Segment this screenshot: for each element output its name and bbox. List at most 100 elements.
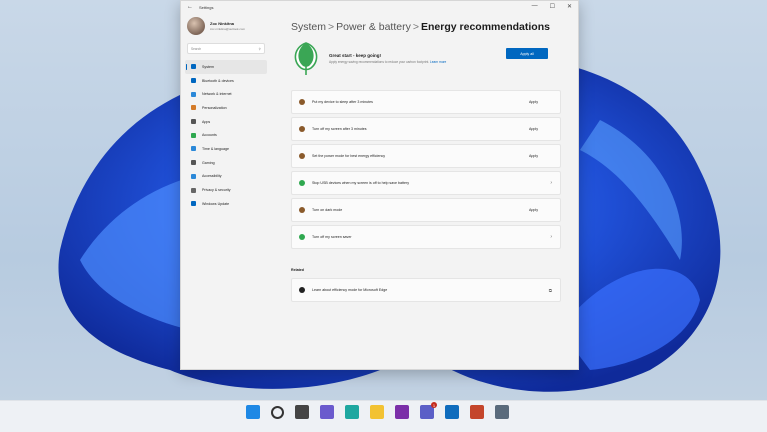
sidebar-item-label: Apps	[202, 119, 211, 124]
apply-button[interactable]: Apply	[529, 208, 538, 212]
apply-button[interactable]: Apply	[529, 100, 538, 104]
bluetooth-icon	[191, 78, 196, 84]
summary-subtitle-text: Apply energy saving recommendations to r…	[329, 60, 430, 65]
window-title: Settings	[199, 4, 214, 10]
recommendation-item[interactable]: Turn off my screen saver ›	[291, 225, 561, 249]
status-dot-icon	[299, 234, 305, 240]
sidebar-item-label: Privacy & security	[202, 188, 231, 193]
chevron-right-icon[interactable]: ›	[550, 180, 552, 186]
breadcrumb-separator: >	[412, 21, 419, 33]
sidebar-item-label: Accessibility	[202, 174, 222, 179]
breadcrumb: System > Power & battery > Energy recommenda…	[291, 21, 566, 33]
sidebar-item-network-internet[interactable]: Network & internet	[185, 87, 267, 101]
shield-icon	[191, 187, 196, 193]
sidebar-item-label: Windows Update	[202, 201, 230, 206]
sidebar-item-privacy-security[interactable]: Privacy & security	[185, 183, 267, 197]
chevron-right-icon[interactable]: ›	[550, 234, 552, 240]
settings-window: ← Settings — ☐ ✕ Zoc Ninkitna zoc.ninkit…	[180, 0, 579, 370]
sidebar-item-label: Personalization	[202, 105, 227, 110]
status-dot-icon	[299, 153, 305, 159]
notification-badge: 1	[431, 402, 437, 408]
status-dot-icon	[299, 207, 305, 213]
related-edge-label: Learn about efficiency mode for Microsof…	[312, 288, 388, 292]
sidebar-item-label: System	[202, 64, 214, 69]
sidebar-item-system[interactable]: System	[185, 60, 267, 74]
account-icon	[191, 132, 196, 138]
recommendation-item[interactable]: Set the power mode for best energy effic…	[291, 144, 561, 168]
sidebar-item-windows-update[interactable]: Windows Update	[185, 197, 267, 211]
apply-button[interactable]: Apply	[529, 154, 538, 158]
search-input[interactable]: Search ⚲	[187, 43, 265, 54]
profile-card[interactable]: Zoc Ninkitna zoc.ninkitna@outlook.com	[181, 13, 271, 39]
onenote-icon[interactable]	[395, 405, 409, 419]
sidebar-item-label: Gaming	[202, 160, 215, 165]
settings-icon[interactable]	[495, 405, 509, 419]
sidebar-item-label: Accounts	[202, 133, 217, 138]
wifi-icon	[191, 91, 196, 97]
widgets-icon[interactable]	[320, 405, 334, 419]
sidebar-item-label: Network & internet	[202, 92, 232, 97]
avatar	[187, 17, 205, 35]
related-edge-item[interactable]: Learn about efficiency mode for Microsof…	[291, 278, 561, 302]
window-controls: — ☐ ✕	[532, 3, 572, 10]
summary-title: Great start - keep going!	[329, 53, 382, 59]
recommendation-label: Set the power mode for best energy effic…	[312, 154, 386, 158]
powerpoint-icon[interactable]	[470, 405, 484, 419]
minimize-button[interactable]: —	[532, 3, 538, 10]
leaf-icon	[294, 42, 318, 75]
recommendation-item[interactable]: Turn off my screen after 3 minutes Apply	[291, 117, 561, 141]
apps-icon	[191, 119, 196, 125]
sidebar-item-accessibility[interactable]: Accessibility	[185, 170, 267, 184]
main-content: System > Power & battery > Energy recommenda…	[291, 13, 566, 369]
sidebar-item-gaming[interactable]: Gaming	[185, 156, 267, 170]
monitor-icon	[191, 64, 196, 70]
sidebar-nav: System Bluetooth & devices Network & inter…	[181, 60, 271, 211]
search-icon[interactable]	[271, 405, 284, 419]
sidebar-item-bluetooth-devices[interactable]: Bluetooth & devices	[185, 74, 267, 88]
breadcrumb-system[interactable]: System	[291, 21, 326, 33]
recommendation-label: Put my device to sleep after 3 minutes	[312, 100, 373, 104]
status-dot-icon	[299, 180, 305, 186]
title-bar: ← Settings — ☐ ✕	[181, 1, 578, 13]
brush-icon	[191, 105, 196, 111]
teams-icon[interactable]: 1	[420, 402, 437, 419]
sidebar: Zoc Ninkitna zoc.ninkitna@outlook.com Se…	[181, 13, 271, 369]
related-heading: Related	[291, 268, 304, 272]
sidebar-item-accounts[interactable]: Accounts	[185, 128, 267, 142]
profile-name: Zoc Ninkitna	[210, 21, 235, 26]
close-button[interactable]: ✕	[567, 3, 572, 10]
search-icon: ⚲	[258, 46, 261, 51]
apply-all-button[interactable]: Apply all	[506, 48, 548, 59]
accessibility-icon	[191, 173, 196, 179]
maximize-button[interactable]: ☐	[550, 3, 555, 10]
sidebar-item-label: Time & language	[202, 146, 230, 151]
sidebar-item-apps[interactable]: Apps	[185, 115, 267, 129]
globe-icon	[191, 146, 196, 152]
windows-start-icon[interactable]	[246, 405, 260, 419]
recommendation-label: Turn on dark mode	[312, 208, 343, 212]
profile-email: zoc.ninkitna@outlook.com	[210, 27, 246, 31]
breadcrumb-separator: >	[328, 21, 335, 33]
energy-summary: Great start - keep going! Apply energy s…	[291, 41, 566, 77]
status-dot-icon	[299, 126, 305, 132]
recommendation-label: Turn off my screen after 3 minutes	[312, 127, 367, 131]
taskbar-icons: 1	[246, 401, 520, 423]
recommendation-item[interactable]: Turn on dark mode Apply	[291, 198, 561, 222]
back-arrow-icon[interactable]: ←	[187, 4, 193, 10]
recommendation-label: Turn off my screen saver	[312, 235, 352, 239]
recommendation-item[interactable]: Stop USB devices when my screen is off t…	[291, 171, 561, 195]
recommendation-item[interactable]: Put my device to sleep after 3 minutes Ap…	[291, 90, 561, 114]
outlook-icon[interactable]	[445, 405, 459, 419]
edge-icon[interactable]	[345, 405, 359, 419]
breadcrumb-power-battery[interactable]: Power & battery	[336, 21, 411, 33]
taskbar: 1	[0, 400, 767, 432]
gamepad-icon	[191, 160, 196, 166]
sidebar-item-time-language[interactable]: Time & language	[185, 142, 267, 156]
sidebar-item-personalization[interactable]: Personalization	[185, 101, 267, 115]
task-view-icon[interactable]	[295, 405, 309, 419]
sidebar-item-label: Bluetooth & devices	[202, 78, 234, 83]
status-dot-icon	[299, 99, 305, 105]
file-explorer-icon[interactable]	[370, 405, 384, 419]
learn-more-link[interactable]: Learn more	[430, 60, 446, 64]
apply-button[interactable]: Apply	[529, 127, 538, 131]
